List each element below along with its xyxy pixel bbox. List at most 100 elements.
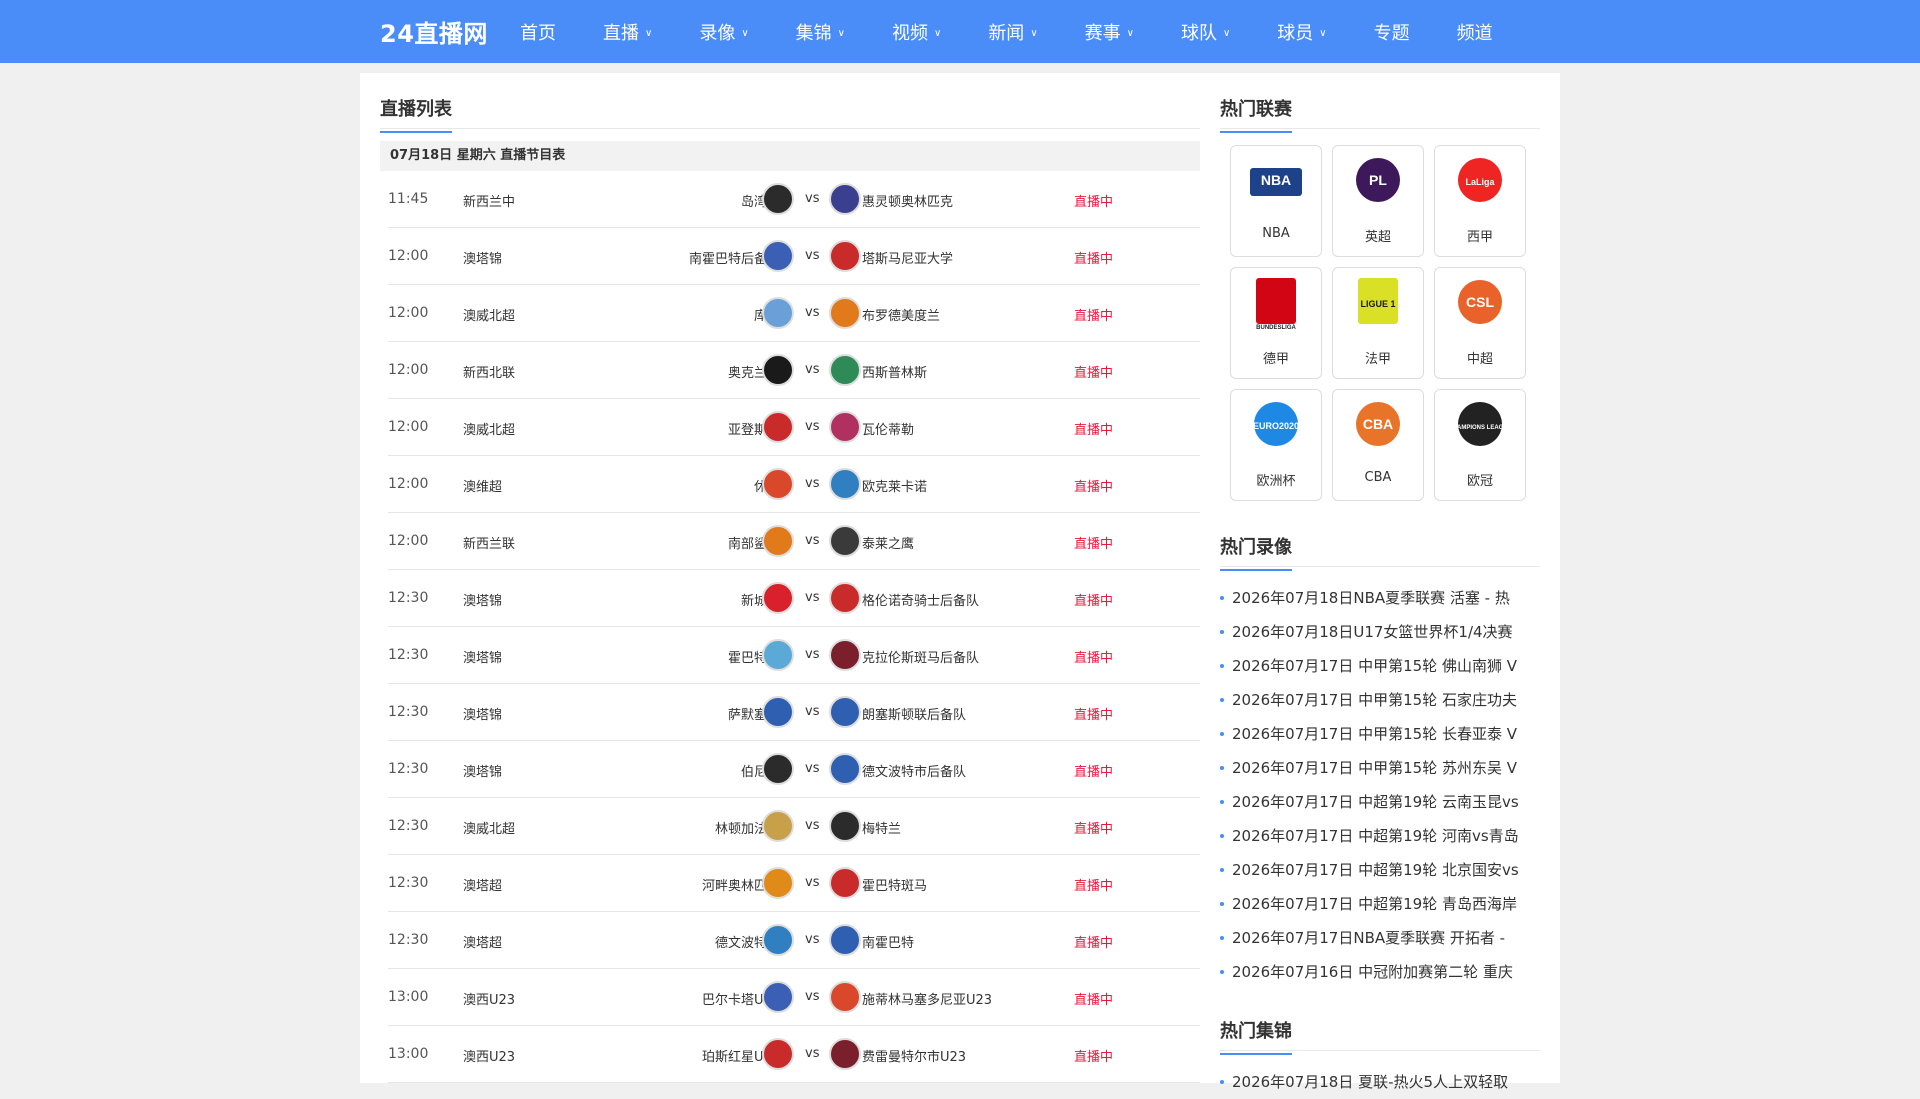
match-league[interactable]: 澳威北超 (463, 419, 613, 438)
live-status-link[interactable]: 直播中 (1074, 476, 1113, 495)
away-team-name[interactable]: 德文波特市后备队 (862, 761, 966, 780)
away-team-name[interactable]: 格伦诺奇骑士后备队 (862, 590, 979, 609)
home-team-logo-icon[interactable] (762, 468, 794, 500)
match-league[interactable]: 澳维超 (463, 476, 613, 495)
league-card[interactable]: BUNDESLIGA 德甲 (1230, 267, 1322, 379)
home-team-logo-icon[interactable] (762, 981, 794, 1013)
match-league[interactable]: 澳塔锦 (463, 761, 613, 780)
away-team-name[interactable]: 塔斯马尼亚大学 (862, 248, 953, 267)
away-team-logo-icon[interactable] (829, 639, 861, 671)
home-team-logo-icon[interactable] (762, 753, 794, 785)
live-status-link[interactable]: 直播中 (1074, 1046, 1113, 1065)
away-team-name[interactable]: 西斯普林斯 (862, 362, 927, 381)
away-team-logo-icon[interactable] (829, 240, 861, 272)
highlight-link[interactable]: 2026年07月18日 夏联-热火5人上双轻取 (1220, 1065, 1540, 1099)
match-league[interactable]: 澳威北超 (463, 305, 613, 324)
away-team-logo-icon[interactable] (829, 1038, 861, 1070)
away-team-name[interactable]: 瓦伦蒂勒 (862, 419, 914, 438)
replay-link[interactable]: 2026年07月17日 中甲第15轮 石家庄功夫 (1220, 683, 1540, 717)
away-team-logo-icon[interactable] (829, 525, 861, 557)
live-status-link[interactable]: 直播中 (1074, 818, 1113, 837)
nav-item[interactable]: 视频 ∨ (892, 19, 941, 45)
home-team-logo-icon[interactable] (762, 810, 794, 842)
nav-item[interactable]: 集锦 ∨ (796, 19, 845, 45)
nav-item[interactable]: 球队 ∨ (1181, 19, 1230, 45)
away-team-name[interactable]: 朗塞斯顿联后备队 (862, 704, 966, 723)
live-status-link[interactable]: 直播中 (1074, 647, 1113, 666)
replay-link[interactable]: 2026年07月18日U17女篮世界杯1/4决赛 (1220, 615, 1540, 649)
match-league[interactable]: 澳塔锦 (463, 704, 613, 723)
away-team-logo-icon[interactable] (829, 582, 861, 614)
nav-item[interactable]: 首页 (520, 19, 556, 45)
site-logo[interactable]: 24直播网 (380, 14, 488, 49)
home-team-logo-icon[interactable] (762, 183, 794, 215)
away-team-name[interactable]: 南霍巴特 (862, 932, 914, 951)
home-team-logo-icon[interactable] (762, 411, 794, 443)
away-team-logo-icon[interactable] (829, 924, 861, 956)
live-status-link[interactable]: 直播中 (1074, 248, 1113, 267)
live-status-link[interactable]: 直播中 (1074, 305, 1113, 324)
league-card[interactable]: CHAMPIONS LEAGUE 欧冠 (1434, 389, 1526, 501)
nav-item[interactable]: 直播 ∨ (603, 19, 652, 45)
away-team-name[interactable]: 布罗德美度兰 (862, 305, 940, 324)
away-team-logo-icon[interactable] (829, 468, 861, 500)
home-team-logo-icon[interactable] (762, 525, 794, 557)
nav-item[interactable]: 球员 ∨ (1277, 19, 1326, 45)
live-status-link[interactable]: 直播中 (1074, 191, 1113, 210)
league-card[interactable]: CBA CBA (1332, 389, 1424, 501)
match-league[interactable]: 澳塔锦 (463, 647, 613, 666)
nav-item[interactable]: 赛事 ∨ (1085, 19, 1134, 45)
away-team-name[interactable]: 惠灵顿奥林匹克 (862, 191, 953, 210)
away-team-logo-icon[interactable] (829, 810, 861, 842)
home-team-logo-icon[interactable] (762, 354, 794, 386)
live-status-link[interactable]: 直播中 (1074, 989, 1113, 1008)
replay-link[interactable]: 2026年07月18日NBA夏季联赛 活塞 - 热 (1220, 581, 1540, 615)
match-league[interactable]: 澳塔超 (463, 932, 613, 951)
away-team-logo-icon[interactable] (829, 297, 861, 329)
live-status-link[interactable]: 直播中 (1074, 932, 1113, 951)
away-team-name[interactable]: 梅特兰 (862, 818, 901, 837)
match-league[interactable]: 新西兰联 (463, 533, 613, 552)
replay-link[interactable]: 2026年07月16日 中冠附加赛第二轮 重庆 (1220, 955, 1540, 989)
away-team-logo-icon[interactable] (829, 867, 861, 899)
away-team-name[interactable]: 克拉伦斯斑马后备队 (862, 647, 979, 666)
live-status-link[interactable]: 直播中 (1074, 761, 1113, 780)
live-status-link[interactable]: 直播中 (1074, 704, 1113, 723)
away-team-logo-icon[interactable] (829, 753, 861, 785)
replay-link[interactable]: 2026年07月17日 中超第19轮 云南玉昆vs (1220, 785, 1540, 819)
replay-link[interactable]: 2026年07月17日 中甲第15轮 佛山南狮 V (1220, 649, 1540, 683)
away-team-name[interactable]: 泰莱之鹰 (862, 533, 914, 552)
away-team-logo-icon[interactable] (829, 183, 861, 215)
match-league[interactable]: 新西兰中 (463, 191, 613, 210)
away-team-logo-icon[interactable] (829, 981, 861, 1013)
away-team-logo-icon[interactable] (829, 354, 861, 386)
league-card[interactable]: LIGUE 1 法甲 (1332, 267, 1424, 379)
match-league[interactable]: 澳西U23 (463, 1046, 613, 1065)
live-status-link[interactable]: 直播中 (1074, 590, 1113, 609)
live-status-link[interactable]: 直播中 (1074, 875, 1113, 894)
home-team-logo-icon[interactable] (762, 240, 794, 272)
live-status-link[interactable]: 直播中 (1074, 533, 1113, 552)
away-team-logo-icon[interactable] (829, 696, 861, 728)
match-league[interactable]: 新西北联 (463, 362, 613, 381)
nav-item[interactable]: 专题 (1374, 19, 1410, 45)
away-team-logo-icon[interactable] (829, 411, 861, 443)
league-card[interactable]: EURO2020 欧洲杯 (1230, 389, 1322, 501)
match-league[interactable]: 澳塔锦 (463, 590, 613, 609)
replay-link[interactable]: 2026年07月17日 中甲第15轮 苏州东吴 V (1220, 751, 1540, 785)
home-team-logo-icon[interactable] (762, 867, 794, 899)
home-team-logo-icon[interactable] (762, 582, 794, 614)
nav-item[interactable]: 新闻 ∨ (988, 19, 1037, 45)
home-team-logo-icon[interactable] (762, 924, 794, 956)
match-league[interactable]: 澳塔超 (463, 875, 613, 894)
replay-link[interactable]: 2026年07月17日NBA夏季联赛 开拓者 - (1220, 921, 1540, 955)
home-team-logo-icon[interactable] (762, 1038, 794, 1070)
away-team-name[interactable]: 施蒂林马塞多尼亚U23 (862, 989, 992, 1008)
match-league[interactable]: 澳威北超 (463, 818, 613, 837)
league-card[interactable]: NBA NBA (1230, 145, 1322, 257)
home-team-logo-icon[interactable] (762, 297, 794, 329)
replay-link[interactable]: 2026年07月17日 中超第19轮 青岛西海岸 (1220, 887, 1540, 921)
live-status-link[interactable]: 直播中 (1074, 419, 1113, 438)
home-team-logo-icon[interactable] (762, 696, 794, 728)
match-league[interactable]: 澳西U23 (463, 989, 613, 1008)
